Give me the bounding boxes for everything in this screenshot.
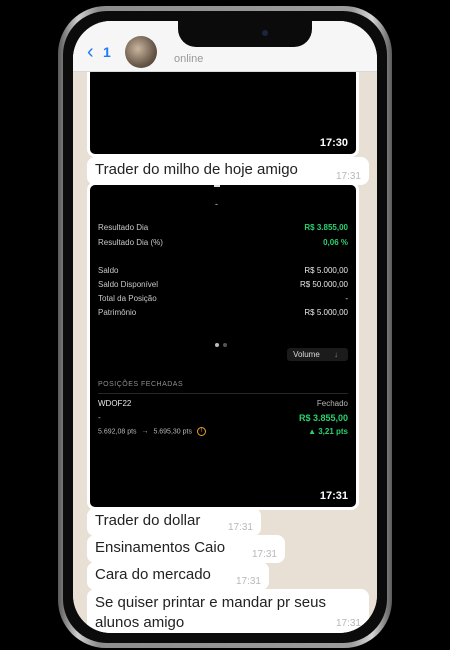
report-row: Resultado Dia (%) 0,06 % <box>98 238 348 247</box>
text-message[interactable]: Cara do mercado 17:31 <box>87 562 269 590</box>
trading-report-image: - Resultado Dia R$ 3.855,00 Resultado Di… <box>90 185 356 507</box>
row-value: R$ 5.000,00 <box>304 308 348 317</box>
sort-arrow-icon: ↓ <box>334 350 338 359</box>
message-time: 17:31 <box>235 576 261 587</box>
asset-symbol: WDOF22 <box>98 399 132 408</box>
top-dash: - <box>215 199 218 209</box>
row-value: R$ 5.000,00 <box>304 266 348 275</box>
section-title: POSIÇÕES FECHADAS <box>98 381 184 388</box>
divider <box>98 393 348 394</box>
message-time: 17:30 <box>319 137 348 149</box>
image-message[interactable]: - Resultado Dia R$ 3.855,00 Resultado Di… <box>87 182 359 510</box>
row-value: 0,06 % <box>323 238 348 247</box>
row-value: R$ 3.855,00 <box>304 223 348 232</box>
image-content: 17:30 <box>90 68 356 154</box>
message-time: 17:31 <box>251 549 277 560</box>
page-dot <box>223 343 227 347</box>
back-chevron-icon[interactable]: ‹ <box>87 42 94 62</box>
arrow-icon: → <box>141 428 149 436</box>
exit-price: 5.695,30 pts <box>153 428 192 436</box>
message-text: Trader do milho de hoje amigo <box>95 161 298 178</box>
row-label: Resultado Dia <box>98 223 149 232</box>
row-label: Total da Posição <box>98 294 157 303</box>
avatar[interactable] <box>125 36 157 68</box>
message-text: Trader do dollar <box>95 512 201 529</box>
page-indicator <box>213 334 229 352</box>
entry-price: 5.692,08 pts <box>98 428 137 436</box>
top-marker <box>214 185 220 187</box>
message-time: 17:31 <box>335 618 361 629</box>
info-icon: ! <box>196 427 206 436</box>
row-value: R$ 50.000,00 <box>299 280 348 289</box>
report-row: Saldo R$ 5.000,00 <box>98 266 348 275</box>
row-value: - <box>345 294 348 303</box>
row-label: Saldo Disponível <box>98 280 159 289</box>
volume-label: Volume <box>293 350 320 359</box>
contact-status: online <box>174 53 204 65</box>
text-message[interactable]: Trader do dollar 17:31 <box>87 508 261 536</box>
chat-screen: ‹ 1 online 17:30 Trader do milho de hoje… <box>73 21 377 633</box>
report-row: Saldo Disponível R$ 50.000,00 <box>98 280 348 289</box>
message-text: Cara do mercado <box>95 566 211 583</box>
message-time: 17:31 <box>319 490 348 502</box>
points-delta: ▲ 3,21 pts <box>308 427 348 436</box>
message-list[interactable]: 17:30 Trader do milho de hoje amigo 17:3… <box>73 65 377 633</box>
row-label: Resultado Dia (%) <box>98 238 163 247</box>
row-label: Saldo <box>98 266 119 275</box>
message-text: Ensinamentos Caio <box>95 539 226 556</box>
position-row: - R$ 3.855,00 <box>98 413 348 423</box>
price-range: 5.692,08 pts → 5.695,30 pts ! <box>98 427 206 436</box>
camera-icon <box>262 30 268 36</box>
report-row: Patrimônio R$ 5.000,00 <box>98 308 348 317</box>
position-status: Fechado <box>316 399 348 408</box>
volume-selector: Volume ↓ <box>287 348 348 361</box>
text-message[interactable]: Se quiser printar e mandar pr seus aluno… <box>87 589 369 633</box>
text-message[interactable]: Ensinamentos Caio 17:31 <box>87 535 285 563</box>
text-message[interactable]: Trader do milho de hoje amigo 17:31 <box>87 157 369 185</box>
message-time: 17:31 <box>335 171 361 182</box>
message-text: alunos amigo <box>95 614 185 631</box>
report-row: Total da Posição - <box>98 294 348 303</box>
message-time: 17:31 <box>227 522 253 533</box>
message-text: Se quiser printar e mandar pr seus <box>95 594 326 611</box>
position-result: R$ 3.855,00 <box>298 413 348 423</box>
position-row: WDOF22 Fechado <box>98 399 348 408</box>
image-message[interactable]: 17:30 <box>87 65 359 157</box>
phone-frame: ‹ 1 online 17:30 Trader do milho de hoje… <box>58 6 392 648</box>
row-label: Patrimônio <box>98 308 137 317</box>
report-row: Resultado Dia R$ 3.855,00 <box>98 223 348 232</box>
phone-notch <box>178 21 312 47</box>
unread-count-badge[interactable]: 1 <box>103 44 111 60</box>
page-dot <box>215 343 219 347</box>
position-dash: - <box>98 413 101 422</box>
phone-bezel: ‹ 1 online 17:30 Trader do milho de hoje… <box>63 11 387 643</box>
